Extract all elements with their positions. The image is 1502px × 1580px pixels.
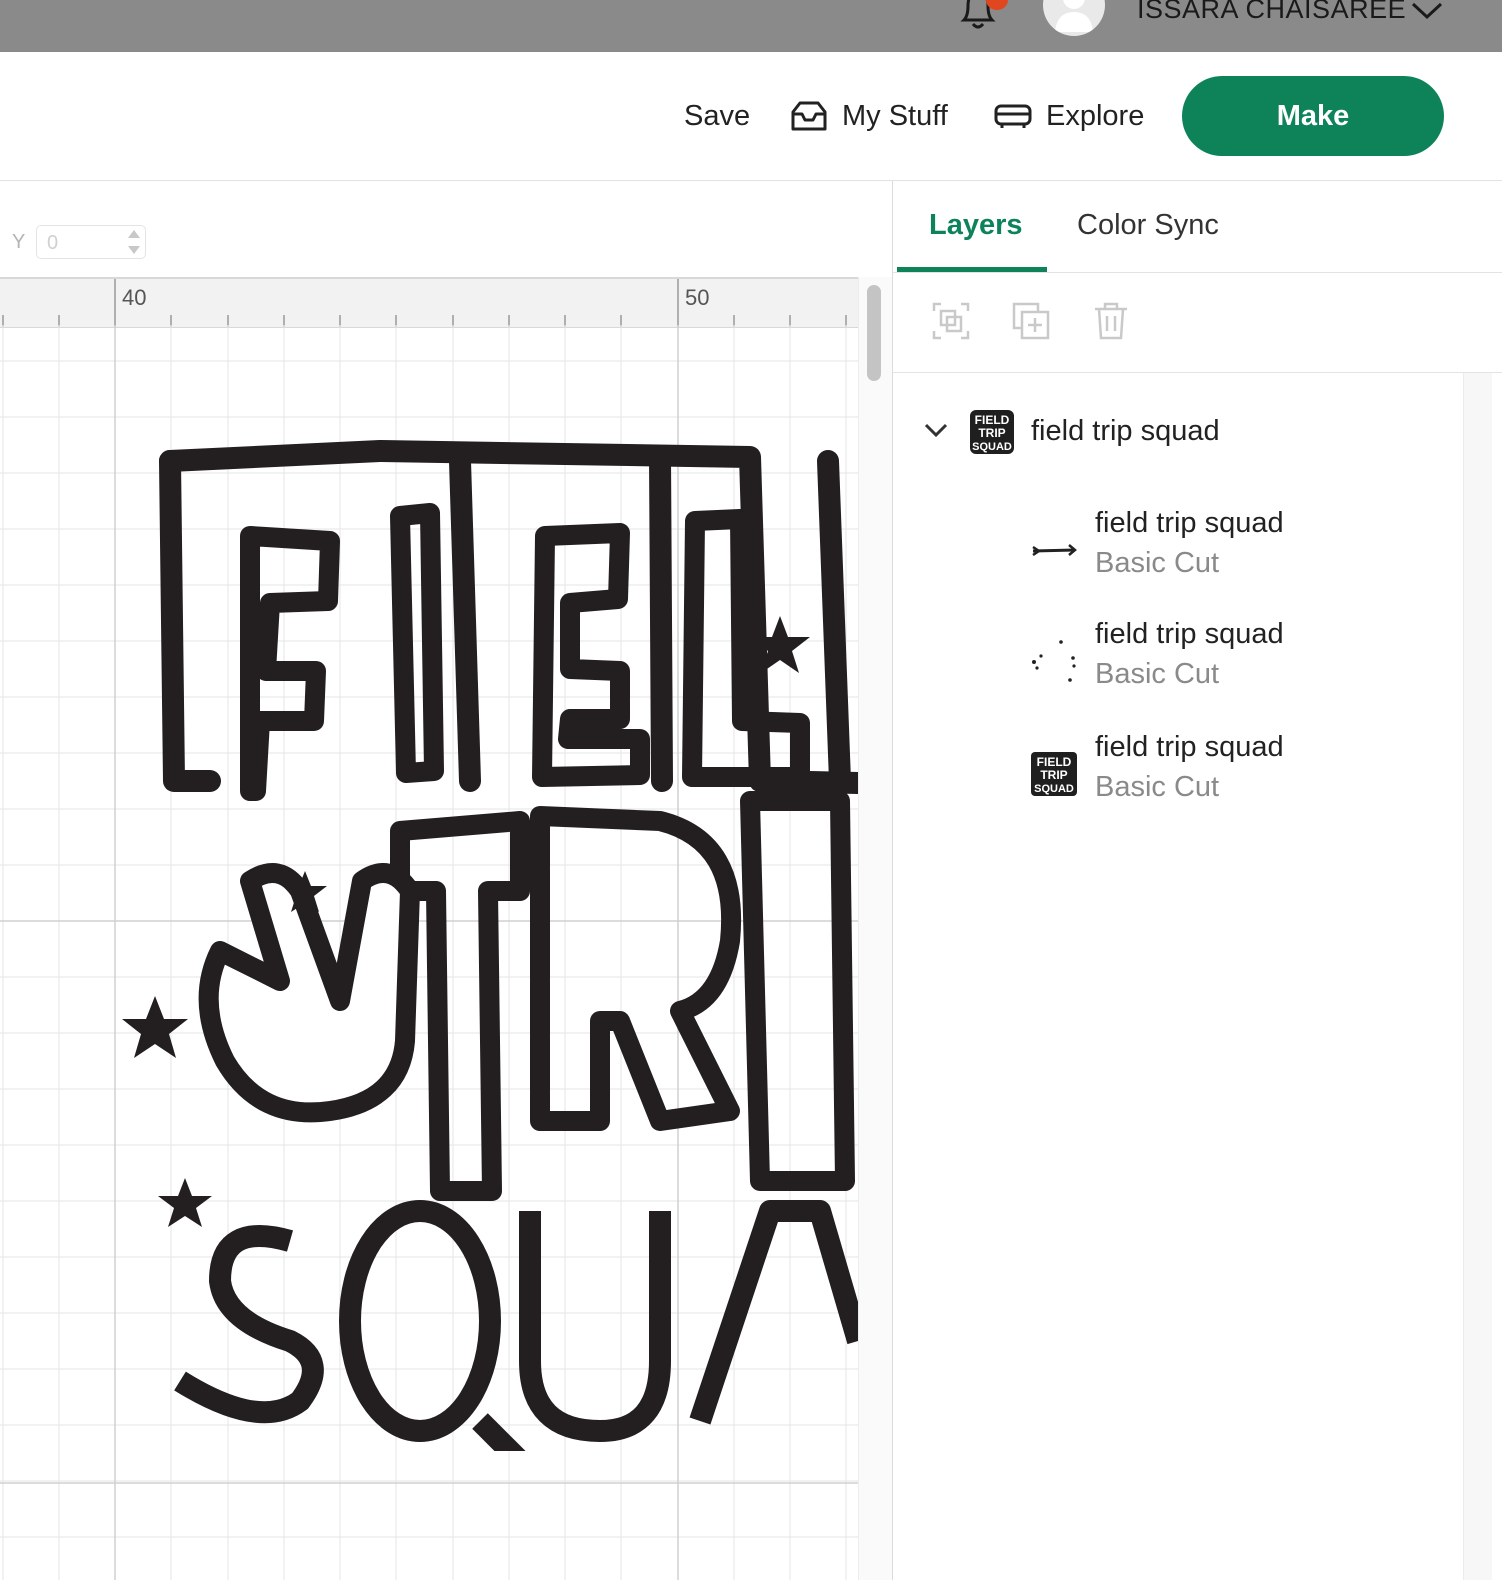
tools-divider xyxy=(893,372,1502,373)
top-bar: ISSARA CHAISAREE xyxy=(0,0,1502,52)
layer-name: field trip squad xyxy=(1095,731,1284,763)
save-label: Save xyxy=(684,99,751,132)
layer-operation: Basic Cut xyxy=(1095,658,1220,690)
group-thumbnail: FIELD TRIP SQUAD xyxy=(970,410,1014,454)
field-trip-squad-design[interactable] xyxy=(100,421,858,1451)
stars-thumbnail xyxy=(1032,640,1076,682)
svg-text:TRIP: TRIP xyxy=(978,426,1005,440)
explore-label: Explore xyxy=(1046,99,1145,132)
save-button[interactable]: Save xyxy=(684,96,750,136)
design-canvas[interactable]: Y 0 40 50 xyxy=(0,181,892,1580)
tab-layers[interactable]: Layers xyxy=(929,209,1023,242)
layer-row[interactable]: field trip squad Basic Cut xyxy=(893,614,1453,706)
layers-panel: Layers Color Sync FIELD TRIP SQUAD field… xyxy=(892,181,1502,1580)
my-stuff-button[interactable]: My Stuff xyxy=(790,96,948,136)
horizontal-ruler: 40 50 xyxy=(0,277,858,328)
panel-scrollbar[interactable] xyxy=(1463,373,1492,1580)
svg-text:FIELD: FIELD xyxy=(975,413,1010,427)
tabs-divider xyxy=(893,272,1502,273)
chevron-down-icon[interactable] xyxy=(1410,0,1444,22)
ruler-label-40: 40 xyxy=(122,285,147,310)
explore-button[interactable]: Explore xyxy=(994,96,1144,136)
text-thumbnail: FIELD TRIP SQUAD xyxy=(1031,752,1077,796)
layer-operation: Basic Cut xyxy=(1095,771,1220,803)
stepper-icon[interactable] xyxy=(124,227,144,257)
ruler-label-50: 50 xyxy=(685,285,710,310)
y-label: Y xyxy=(12,231,26,253)
inbox-icon xyxy=(791,101,827,131)
layer-row[interactable]: field trip squad Basic Cut xyxy=(893,503,1453,595)
avatar[interactable] xyxy=(1043,0,1105,36)
my-stuff-label: My Stuff xyxy=(842,99,948,132)
canvas-scrollbar[interactable] xyxy=(858,277,892,1580)
user-name[interactable]: ISSARA CHAISAREE xyxy=(1137,0,1406,26)
layer-name: field trip squad xyxy=(1095,618,1284,650)
svg-text:SQUAD: SQUAD xyxy=(972,441,1012,453)
app-header: Save My Stuff Explore Make xyxy=(0,52,1502,181)
layer-operation: Basic Cut xyxy=(1095,547,1220,579)
chevron-down-icon[interactable] xyxy=(923,421,949,439)
canvas-scrollbar-thumb[interactable] xyxy=(867,285,881,381)
layer-name: field trip squad xyxy=(1095,507,1284,539)
layer-row[interactable]: FIELD TRIP SQUAD field trip squad Basic … xyxy=(893,727,1453,819)
layer-group-row[interactable]: FIELD TRIP SQUAD field trip squad xyxy=(893,401,1453,463)
delete-icon[interactable] xyxy=(1091,301,1131,341)
arrow-thumbnail xyxy=(1032,544,1077,557)
machine-icon xyxy=(994,104,1032,128)
svg-text:TRIP: TRIP xyxy=(1040,768,1067,782)
group-name: field trip squad xyxy=(1031,415,1220,447)
duplicate-icon[interactable] xyxy=(1011,301,1051,341)
svg-text:SQUAD: SQUAD xyxy=(1034,783,1074,795)
tab-color-sync[interactable]: Color Sync xyxy=(1077,209,1219,242)
make-button[interactable]: Make xyxy=(1182,76,1444,156)
group-icon[interactable] xyxy=(931,301,971,341)
svg-text:FIELD: FIELD xyxy=(1037,755,1072,769)
